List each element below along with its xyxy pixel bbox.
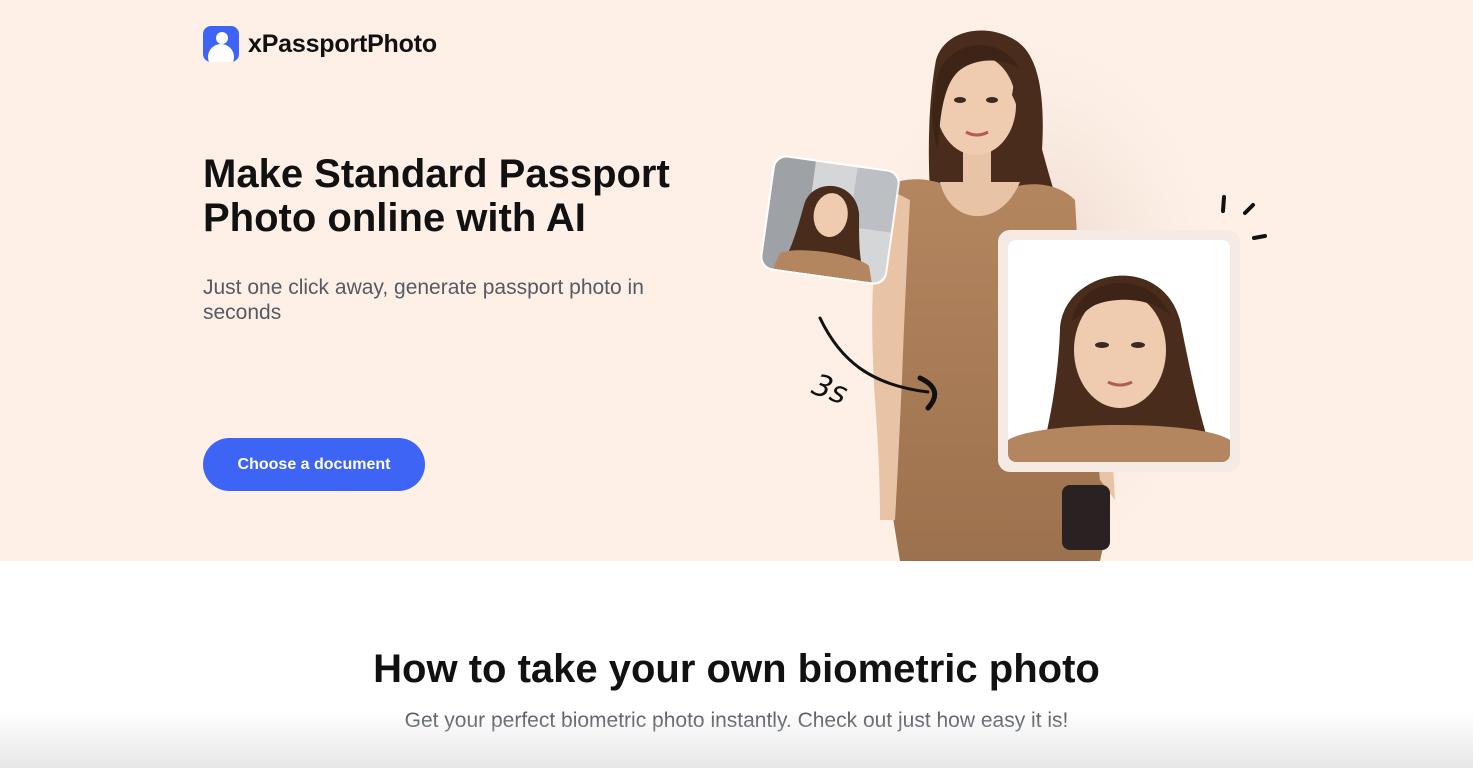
speed-label: 3s (807, 367, 852, 412)
hero-title: Make Standard Passport Photo online with… (203, 152, 670, 240)
hero-section: xPassportPhoto Make Standard Passport Ph… (0, 0, 1473, 561)
hero-illustration: 3s (760, 10, 1267, 561)
passport-photo-card (998, 230, 1240, 472)
person-icon (203, 26, 239, 62)
original-photo-card (760, 155, 900, 285)
section-title: How to take your own biometric photo (373, 647, 1100, 691)
brand-name: xPassportPhoto (248, 29, 437, 58)
how-to-section: How to take your own biometric photo Get… (0, 561, 1473, 768)
choose-document-button[interactable]: Choose a document (203, 438, 425, 491)
hero-subtitle: Just one click away, generate passport p… (203, 276, 644, 324)
section-subtitle: Get your perfect biometric photo instant… (404, 709, 1069, 732)
site-logo[interactable]: xPassportPhoto (203, 26, 437, 62)
